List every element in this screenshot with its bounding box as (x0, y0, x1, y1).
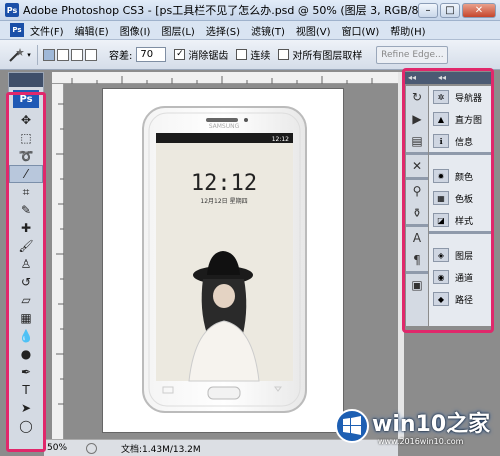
ruler-ticks (71, 76, 373, 84)
photoshop-app-icon: Ps (5, 3, 19, 17)
add-to-selection-button[interactable] (57, 48, 69, 61)
selection-mode-group (43, 48, 97, 61)
document-icon[interactable]: Ps (10, 23, 24, 37)
vertical-ruler[interactable] (52, 84, 64, 439)
menu-image[interactable]: 图像(I) (120, 23, 151, 38)
antialias-label: 消除锯齿 (188, 51, 229, 62)
sample-all-layers-label: 对所有图层取样 (292, 51, 363, 62)
contiguous-checkbox[interactable]: 连续 (236, 47, 270, 62)
menu-view[interactable]: 视图(V) (296, 23, 331, 38)
magic-wand-icon (9, 47, 25, 62)
antialias-checkbox[interactable]: ✓ 消除锯齿 (174, 47, 228, 62)
status-bar-time: 12:12 (272, 136, 289, 143)
phone-brand-text: SAMSUNG (209, 123, 240, 130)
maximize-button[interactable]: □ (440, 2, 460, 18)
tolerance-input[interactable]: 70 (136, 47, 167, 62)
title-bar: Ps Adobe Photoshop CS3 - [ps工具栏不见了怎么办.ps… (0, 0, 500, 21)
toolbox-header[interactable] (9, 73, 43, 87)
menu-layer[interactable]: 图层(L) (161, 23, 194, 38)
intersect-selection-button[interactable] (85, 48, 97, 61)
toolbox-highlight-frame (6, 92, 46, 452)
tool-preset-picker[interactable]: ▾ (6, 44, 32, 66)
sample-all-layers-checkbox[interactable]: 对所有图层取样 (278, 47, 362, 62)
panels-highlight-frame (402, 68, 494, 333)
watermark-title: win10之家 (372, 412, 491, 437)
lockscreen-date: 12月12日 星期四 (200, 197, 247, 205)
ruler-ticks (56, 103, 64, 405)
window-title: Adobe Photoshop CS3 - [ps工具栏不见了怎么办.psd @… (23, 4, 418, 17)
tolerance-label: 容差: (109, 51, 133, 62)
watermark-url: www.2016win10.com (378, 437, 464, 446)
contiguous-label: 连续 (250, 51, 271, 62)
options-bar: ▾ 容差: 70 ✓ 消除锯齿 连续 对所有图层取样 Refine Edge..… (0, 40, 500, 70)
lockscreen-clock: 12:12 (191, 171, 257, 196)
menu-filter[interactable]: 滤镜(T) (251, 23, 285, 38)
menu-file[interactable]: 文件(F) (30, 23, 64, 38)
menu-window[interactable]: 窗口(W) (342, 23, 380, 38)
separator (37, 44, 38, 65)
document-info: 文档:1.43M/13.2M (121, 444, 201, 455)
watermark: win10之家 www.2016win10.com (334, 404, 500, 456)
menu-select[interactable]: 选择(S) (206, 23, 240, 38)
checkbox-checked-icon: ✓ (174, 49, 186, 60)
win10-logo-icon (335, 409, 369, 443)
status-menu-icon[interactable] (86, 442, 97, 454)
menu-bar: Ps 文件(F) 编辑(E) 图像(I) 图层(L) 选择(S) 滤镜(T) 视… (0, 21, 500, 40)
document-canvas[interactable]: SAMSUNG 12:12 12:12 12月12日 星期四 (102, 88, 344, 433)
new-selection-button[interactable] (43, 48, 55, 61)
checkbox-unchecked-icon (236, 49, 248, 60)
close-button[interactable]: ✕ (462, 2, 496, 18)
phone-image: SAMSUNG 12:12 12:12 12月12日 星期四 (142, 106, 307, 413)
refine-edge-button[interactable]: Refine Edge... (376, 45, 449, 64)
menu-edit[interactable]: 编辑(E) (75, 23, 109, 38)
menu-help[interactable]: 帮助(H) (390, 23, 425, 38)
subtract-from-selection-button[interactable] (71, 48, 83, 61)
horizontal-ruler[interactable] (52, 72, 398, 84)
zoom-level[interactable]: 50% (44, 443, 80, 453)
chevron-down-icon: ▾ (27, 50, 31, 59)
minimize-button[interactable]: – (418, 2, 438, 18)
checkbox-unchecked-icon (278, 49, 290, 60)
